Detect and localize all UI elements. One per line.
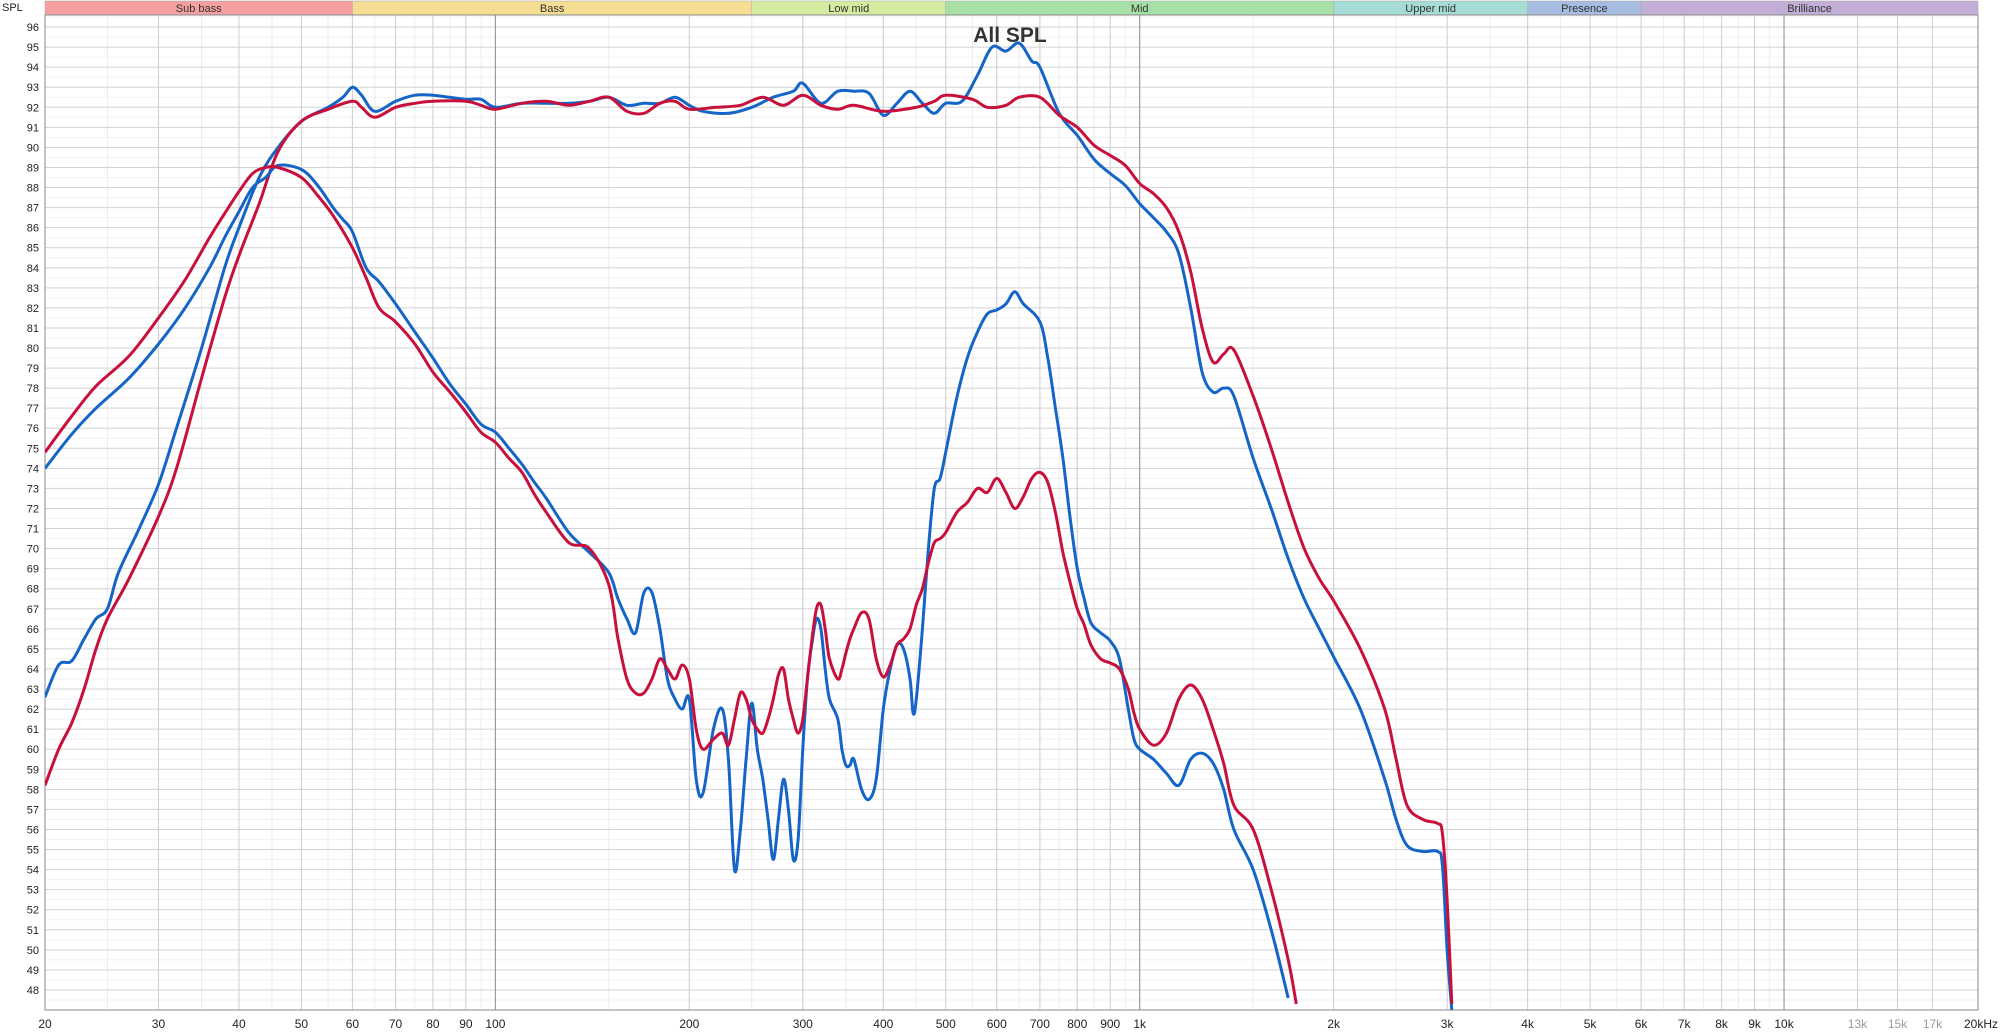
x-tick-label: 15k [1888, 1017, 1908, 1031]
band-label: Low mid [828, 3, 869, 15]
y-tick-label: 88 [27, 183, 39, 195]
x-tick-label: 400 [873, 1017, 893, 1031]
x-tick-label: 20 [38, 1017, 52, 1031]
y-tick-label: 48 [27, 985, 39, 997]
x-tick-label: 100 [485, 1017, 505, 1031]
x-tick-label: 10k [1774, 1017, 1794, 1031]
x-tick-label: 900 [1100, 1017, 1120, 1031]
y-axis-label: SPL [2, 2, 23, 14]
x-tick-label: 60 [346, 1017, 360, 1031]
y-tick-label: 85 [27, 243, 39, 255]
x-tick-label: 200 [679, 1017, 699, 1031]
x-tick-label: 600 [987, 1017, 1007, 1031]
x-tick-label: 80 [426, 1017, 440, 1031]
y-tick-label: 81 [27, 323, 39, 335]
y-tick-label: 51 [27, 925, 39, 937]
y-tick-label: 69 [27, 564, 39, 576]
x-tick-label: 20kHz [1964, 1017, 1998, 1031]
y-tick-label: 58 [27, 784, 39, 796]
x-tick-label: 40 [232, 1017, 246, 1031]
y-tick-label: 68 [27, 584, 39, 596]
y-tick-label: 52 [27, 905, 39, 917]
y-tick-label: 65 [27, 644, 39, 656]
y-tick-label: 76 [27, 423, 39, 435]
x-tick-label: 500 [936, 1017, 956, 1031]
band-label: Sub bass [176, 3, 222, 15]
y-tick-label: 94 [27, 62, 39, 74]
y-tick-label: 96 [27, 22, 39, 34]
y-tick-label: 91 [27, 122, 39, 134]
y-tick-label: 49 [27, 965, 39, 977]
x-tick-label: 70 [389, 1017, 403, 1031]
x-tick-label: 7k [1678, 1017, 1692, 1031]
x-tick-label: 800 [1067, 1017, 1087, 1031]
y-tick-label: 50 [27, 945, 39, 957]
x-tick-label: 700 [1030, 1017, 1050, 1031]
y-tick-label: 53 [27, 885, 39, 897]
y-tick-label: 71 [27, 524, 39, 536]
x-tick-label: 2k [1327, 1017, 1341, 1031]
x-tick-label: 90 [459, 1017, 473, 1031]
y-tick-label: 74 [27, 463, 39, 475]
y-tick-label: 72 [27, 503, 39, 515]
x-tick-label: 5k [1584, 1017, 1598, 1031]
y-tick-label: 89 [27, 162, 39, 174]
x-tick-label: 8k [1715, 1017, 1729, 1031]
y-tick-label: 80 [27, 343, 39, 355]
y-tick-label: 87 [27, 203, 39, 215]
x-tick-label: 9k [1748, 1017, 1762, 1031]
y-tick-label: 62 [27, 704, 39, 716]
y-tick-label: 75 [27, 443, 39, 455]
y-tick-label: 84 [27, 263, 39, 275]
y-tick-label: 79 [27, 363, 39, 375]
y-tick-label: 82 [27, 303, 39, 315]
y-tick-label: 64 [27, 664, 39, 676]
x-tick-label: 4k [1521, 1017, 1535, 1031]
x-tick-label: 50 [295, 1017, 309, 1031]
y-tick-label: 83 [27, 283, 39, 295]
chart-title: All SPL [973, 24, 1047, 47]
y-tick-label: 60 [27, 744, 39, 756]
band-label: Mid [1131, 3, 1149, 15]
band-label: Bass [540, 3, 565, 15]
band-label: Upper mid [1405, 3, 1456, 15]
x-tick-label: 6k [1635, 1017, 1649, 1031]
y-tick-label: 55 [27, 845, 39, 857]
y-tick-label: 63 [27, 684, 39, 696]
y-tick-label: 78 [27, 383, 39, 395]
band-label: Brilliance [1787, 3, 1832, 15]
y-tick-label: 90 [27, 142, 39, 154]
y-tick-label: 54 [27, 865, 39, 877]
x-tick-label: 300 [793, 1017, 813, 1031]
y-tick-label: 86 [27, 223, 39, 235]
x-tick-label: 13k [1848, 1017, 1868, 1031]
x-tick-label: 1k [1133, 1017, 1147, 1031]
x-tick-label: 3k [1441, 1017, 1455, 1031]
y-tick-label: 66 [27, 624, 39, 636]
band-label: Presence [1561, 3, 1607, 15]
y-tick-label: 59 [27, 764, 39, 776]
y-tick-label: 57 [27, 804, 39, 816]
x-tick-label: 17k [1923, 1017, 1943, 1031]
y-axis-ticks: 48 49 50 51 52 53 54 55 56 57 58 59 60 61 62 63 64 65 66 67… [27, 22, 39, 997]
y-tick-label: 93 [27, 82, 39, 94]
y-tick-label: 70 [27, 544, 39, 556]
y-tick-label: 67 [27, 604, 39, 616]
y-tick-label: 92 [27, 102, 39, 114]
y-tick-label: 61 [27, 724, 39, 736]
x-tick-label: 30 [152, 1017, 166, 1031]
spl-chart: Sub bass Bass Low mid Mid Upper mid Presence B… [0, 0, 2000, 1035]
y-tick-label: 77 [27, 403, 39, 415]
frequency-bands: Sub bass Bass Low mid Mid Upper mid Presence B… [44, 0, 1979, 16]
y-tick-label: 73 [27, 483, 39, 495]
y-tick-label: 56 [27, 824, 39, 836]
y-tick-label: 95 [27, 42, 39, 54]
